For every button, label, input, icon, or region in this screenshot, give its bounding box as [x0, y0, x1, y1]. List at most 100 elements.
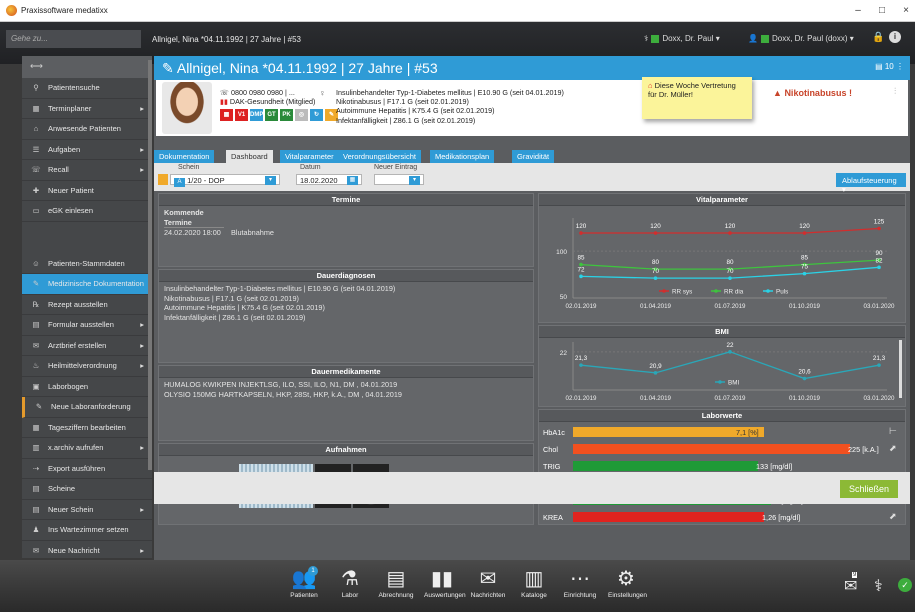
- legend-marker: [766, 289, 770, 293]
- sidebar-item[interactable]: ♨ Heilmittelverordnung ▸: [22, 356, 152, 377]
- legend-label: RR sys: [672, 289, 692, 296]
- calendar-badge-icon[interactable]: ▦: [220, 109, 233, 122]
- stethoscope-icon: ⚕: [644, 34, 649, 43]
- sidebar-item[interactable]: ⇢ Export ausführen: [22, 459, 152, 479]
- info-icon[interactable]: i: [889, 31, 901, 43]
- sidebar-item[interactable]: ✚ Neuer Patient: [22, 181, 152, 201]
- dock-icon: ⋯: [570, 568, 590, 590]
- sidebar-item[interactable]: ✉ Arztbrief erstellen ▸: [22, 336, 152, 356]
- badge-pk[interactable]: PK: [280, 109, 293, 122]
- sidebar-item[interactable]: ☺ Patienten-Stammdaten: [22, 254, 152, 274]
- dock-label: Einrichtung: [563, 592, 597, 599]
- sidebar-item[interactable]: ☏ Recall ▸: [22, 160, 152, 181]
- sidebar-item[interactable]: ▥ x.archiv aufrufen ▸: [22, 438, 152, 459]
- schliessen-button[interactable]: Schließen: [840, 480, 898, 498]
- sidebar-item[interactable]: ☰ Aufgaben ▸: [22, 140, 152, 160]
- sidebar-item[interactable]: ▦ Terminplaner ▸: [22, 99, 152, 119]
- dock-item[interactable]: ⋯ Einrichtung: [562, 566, 598, 599]
- lab-row[interactable]: KREA 1,26 [mg/dl] ⬈: [539, 509, 905, 526]
- dock-item[interactable]: ⚗ Labor: [332, 566, 368, 599]
- footer-bar: Schließen: [154, 472, 910, 504]
- dock-icon: ✉: [479, 568, 497, 590]
- dock-item[interactable]: 👥 Patienten 1: [286, 566, 322, 599]
- dauermedikamente-title: Dauermedikamente: [159, 366, 533, 378]
- data-label: 20,9: [649, 363, 662, 370]
- sidebar-item[interactable]: ✉ Neue Nachricht ▸: [22, 541, 152, 559]
- eintrag-select[interactable]: ▾: [374, 174, 424, 185]
- sidebar-item[interactable]: ♟ Ins Wartezimmer setzen: [22, 520, 152, 541]
- insurance-icon: ▮▮: [220, 97, 228, 107]
- lock-icon[interactable]: 🔒: [872, 32, 884, 43]
- sidebar-item[interactable]: ▤ Scheine: [22, 479, 152, 500]
- trend-icon[interactable]: ⊢: [889, 426, 897, 437]
- badge-gt[interactable]: GT: [265, 109, 278, 122]
- lab-row[interactable]: Chol 225 [k.A.] ⬈: [539, 441, 905, 458]
- dauermedikamente-list: HUMALOG KWIKPEN INJEKTLSG, ILO, SSI, ILO…: [159, 378, 533, 401]
- datum-input[interactable]: 18.02.2020 ▦: [296, 174, 362, 185]
- dock-item[interactable]: ▮▮ Auswertungen: [424, 566, 466, 599]
- sidebar-item[interactable]: ⌂ Anwesende Patienten: [22, 119, 152, 140]
- badge-dmp[interactable]: DMP: [250, 109, 263, 122]
- lab-value: 7,1 [%]: [736, 428, 759, 437]
- edit-icon[interactable]: ✎: [162, 60, 174, 76]
- sticky-note[interactable]: ⌂ Diese Woche Vertretung für Dr. Müller!: [642, 77, 752, 119]
- dock-item[interactable]: ⚙ Einstellungen: [608, 566, 647, 599]
- goto-search-input[interactable]: Gehe zu...: [6, 30, 141, 48]
- sidebar-collapse-button[interactable]: ⟷: [22, 56, 152, 78]
- alert-badge[interactable]: ▲ Nikotinabusus !: [773, 88, 852, 98]
- chevron-right-icon: ▸: [140, 443, 144, 452]
- refresh-icon[interactable]: ↻: [310, 109, 323, 122]
- tab[interactable]: Gravidität: [512, 150, 556, 163]
- sidebar-scrollbar[interactable]: [148, 60, 152, 470]
- ablaufsteuerung-button[interactable]: Ablaufsteuerung ▾: [836, 173, 906, 194]
- x-tick-label: 01.07.2019: [715, 303, 747, 310]
- dock: 👥 Patienten 1 ⚗ Labor ▤ Abrechnung ▮▮ Auswertung…: [0, 560, 915, 612]
- maximize-button[interactable]: □: [872, 3, 892, 19]
- dock-item[interactable]: ✉ Nachrichten: [470, 566, 506, 599]
- doctor-selector[interactable]: ⚕ Doxx, Dr. Paul ▾: [644, 34, 720, 43]
- data-point: [877, 363, 881, 367]
- tab[interactable]: Verordnungsübersicht: [338, 150, 422, 163]
- sidebar-item[interactable]: ▤ Formular ausstellen ▸: [22, 315, 152, 336]
- schein-select[interactable]: A 1/20 - DOP ▾: [170, 174, 280, 187]
- filter-bar: Schein A 1/20 - DOP ▾ Datum 18.02.2020 ▦ N…: [154, 163, 910, 194]
- export-icon: ⇢: [32, 463, 40, 473]
- diagnosis-line: Nikotinabusus | F17.1 G (seit 02.01.2019…: [336, 97, 469, 107]
- sidebar-item[interactable]: ✎ Neue Laboranforderung: [22, 397, 152, 418]
- data-label: 120: [725, 223, 736, 230]
- close-window-button[interactable]: ×: [896, 3, 915, 19]
- globe-icon[interactable]: ◎: [295, 109, 308, 122]
- doctor-tray-icon[interactable]: ⚕: [874, 576, 883, 596]
- legend-marker: [714, 289, 718, 293]
- tray-badge: 9: [852, 572, 858, 578]
- badge-v1[interactable]: V1: [235, 109, 248, 122]
- header-counter[interactable]: ▤ 10 ⋮: [875, 62, 904, 71]
- status-square-icon: [651, 34, 660, 43]
- sidebar-item[interactable]: ▤ Neuer Schein ▸: [22, 500, 152, 520]
- trend-icon[interactable]: ⬈: [889, 443, 897, 454]
- mail-tray-icon[interactable]: ✉ 9: [844, 572, 857, 596]
- lab-row[interactable]: HbA1c 7,1 [%] ⊢: [539, 424, 905, 441]
- data-label: 21,3: [873, 355, 886, 362]
- user-selector[interactable]: 👤 Doxx, Dr. Paul (doxx) ▾: [748, 34, 854, 43]
- tab[interactable]: Dashboard: [226, 150, 274, 163]
- sidebar-item-label: Laborbogen: [48, 381, 89, 391]
- tab[interactable]: Dokumentation: [154, 150, 216, 163]
- data-label: 85: [577, 255, 585, 262]
- tab[interactable]: Medikationsplan: [430, 150, 496, 163]
- sidebar-item[interactable]: ✎ Medizinische Dokumentation: [22, 274, 152, 295]
- pin-icon[interactable]: ⫶: [894, 86, 896, 97]
- sidebar-item[interactable]: ⚲ Patientensuche: [22, 78, 152, 99]
- minimize-button[interactable]: –: [848, 3, 868, 19]
- termin-row[interactable]: 24.02.2020 18:00 Blutabnahme: [164, 228, 528, 238]
- sidebar-item[interactable]: ▣ Laborbogen: [22, 377, 152, 397]
- tab[interactable]: Vitalparameter: [280, 150, 340, 163]
- dock-item[interactable]: ▤ Abrechnung: [378, 566, 414, 599]
- trend-icon[interactable]: ⬈: [889, 511, 897, 522]
- lab-sheet-icon: ▣: [32, 381, 40, 391]
- dock-item[interactable]: ▥ Kataloge: [516, 566, 552, 599]
- sidebar-item[interactable]: ℞ Rezept ausstellen: [22, 295, 152, 315]
- sidebar-item[interactable]: ▦ Tagesziffern bearbeiten: [22, 418, 152, 438]
- phone-icon: ☏: [220, 88, 229, 97]
- sidebar-item[interactable]: ▭ eGK einlesen: [22, 201, 152, 222]
